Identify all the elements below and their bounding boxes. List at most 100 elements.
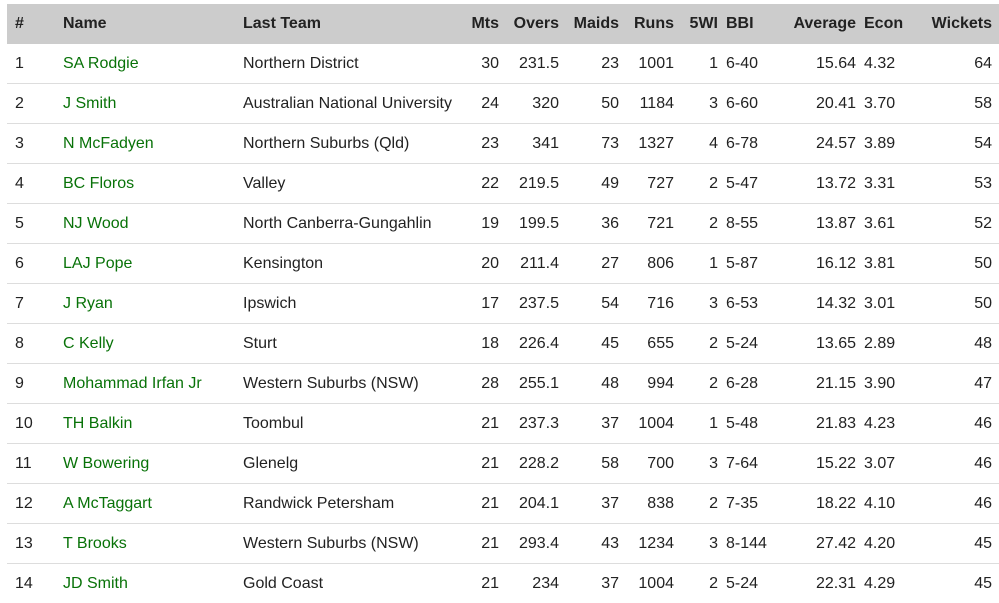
cell-name: A McTaggart	[57, 484, 243, 524]
cell-overs: 204.1	[499, 484, 559, 524]
header-wickets[interactable]: Wickets	[922, 4, 999, 44]
bowling-stats-table: # Name Last Team Mts Overs Maids Runs 5W…	[7, 4, 999, 603]
cell-wickets: 45	[922, 564, 999, 603]
cell-econ: 3.61	[856, 204, 922, 244]
cell-5wi: 2	[674, 164, 718, 204]
player-link[interactable]: BC Floros	[63, 175, 134, 192]
player-link[interactable]: T Brooks	[63, 535, 127, 552]
bowling-stats-table-container: # Name Last Team Mts Overs Maids Runs 5W…	[7, 4, 983, 603]
cell-mts: 17	[463, 284, 499, 324]
table-row: 7 J Ryan Ipswich 17 237.5 54 716 3 6-53 …	[7, 284, 999, 324]
cell-average: 13.72	[781, 164, 856, 204]
table-row: 6 LAJ Pope Kensington 20 211.4 27 806 1 …	[7, 244, 999, 284]
cell-overs: 237.5	[499, 284, 559, 324]
cell-runs: 721	[619, 204, 674, 244]
cell-wickets: 46	[922, 444, 999, 484]
cell-average: 13.65	[781, 324, 856, 364]
cell-runs: 700	[619, 444, 674, 484]
cell-runs: 1184	[619, 84, 674, 124]
cell-bbi: 6-78	[718, 124, 781, 164]
player-link[interactable]: A McTaggart	[63, 495, 152, 512]
cell-runs: 655	[619, 324, 674, 364]
header-last-team[interactable]: Last Team	[243, 4, 463, 44]
cell-overs: 199.5	[499, 204, 559, 244]
cell-bbi: 5-24	[718, 564, 781, 603]
player-link[interactable]: NJ Wood	[63, 215, 129, 232]
cell-rank: 11	[7, 444, 57, 484]
header-maids[interactable]: Maids	[559, 4, 619, 44]
player-link[interactable]: JD Smith	[63, 575, 128, 592]
cell-mts: 21	[463, 444, 499, 484]
cell-rank: 13	[7, 524, 57, 564]
player-link[interactable]: J Ryan	[63, 295, 113, 312]
cell-mts: 28	[463, 364, 499, 404]
cell-name: W Bowering	[57, 444, 243, 484]
header-overs[interactable]: Overs	[499, 4, 559, 44]
cell-average: 21.83	[781, 404, 856, 444]
cell-wickets: 48	[922, 324, 999, 364]
cell-name: TH Balkin	[57, 404, 243, 444]
cell-wickets: 54	[922, 124, 999, 164]
cell-bbi: 8-144	[718, 524, 781, 564]
cell-wickets: 46	[922, 484, 999, 524]
cell-econ: 4.29	[856, 564, 922, 603]
cell-econ: 3.31	[856, 164, 922, 204]
header-mts[interactable]: Mts	[463, 4, 499, 44]
player-link[interactable]: J Smith	[63, 95, 116, 112]
cell-wickets: 50	[922, 284, 999, 324]
player-link[interactable]: Mohammad Irfan Jr	[63, 375, 202, 392]
cell-average: 16.12	[781, 244, 856, 284]
cell-maids: 48	[559, 364, 619, 404]
header-runs[interactable]: Runs	[619, 4, 674, 44]
cell-bbi: 8-55	[718, 204, 781, 244]
player-link[interactable]: LAJ Pope	[63, 255, 132, 272]
cell-econ: 4.32	[856, 44, 922, 84]
cell-name: SA Rodgie	[57, 44, 243, 84]
cell-5wi: 2	[674, 324, 718, 364]
cell-runs: 838	[619, 484, 674, 524]
cell-bbi: 7-35	[718, 484, 781, 524]
cell-last-team: North Canberra-Gungahlin	[243, 204, 463, 244]
table-row: 1 SA Rodgie Northern District 30 231.5 2…	[7, 44, 999, 84]
player-link[interactable]: W Bowering	[63, 455, 149, 472]
cell-runs: 806	[619, 244, 674, 284]
cell-runs: 1234	[619, 524, 674, 564]
cell-average: 14.32	[781, 284, 856, 324]
cell-5wi: 1	[674, 244, 718, 284]
cell-wickets: 64	[922, 44, 999, 84]
header-average[interactable]: Average	[781, 4, 856, 44]
cell-last-team: Gold Coast	[243, 564, 463, 603]
header-bbi[interactable]: BBI	[718, 4, 781, 44]
cell-overs: 255.1	[499, 364, 559, 404]
cell-overs: 234	[499, 564, 559, 603]
cell-rank: 1	[7, 44, 57, 84]
cell-econ: 4.20	[856, 524, 922, 564]
player-link[interactable]: TH Balkin	[63, 415, 132, 432]
cell-econ: 3.81	[856, 244, 922, 284]
cell-wickets: 53	[922, 164, 999, 204]
header-5wi[interactable]: 5WI	[674, 4, 718, 44]
header-rank[interactable]: #	[7, 4, 57, 44]
cell-average: 24.57	[781, 124, 856, 164]
cell-maids: 37	[559, 484, 619, 524]
cell-name: JD Smith	[57, 564, 243, 603]
cell-bbi: 5-24	[718, 324, 781, 364]
cell-name: T Brooks	[57, 524, 243, 564]
player-link[interactable]: N McFadyen	[63, 135, 154, 152]
header-name[interactable]: Name	[57, 4, 243, 44]
cell-rank: 14	[7, 564, 57, 603]
cell-maids: 50	[559, 84, 619, 124]
player-link[interactable]: SA Rodgie	[63, 55, 139, 72]
cell-5wi: 3	[674, 284, 718, 324]
cell-overs: 211.4	[499, 244, 559, 284]
cell-last-team: Toombul	[243, 404, 463, 444]
header-econ[interactable]: Econ	[856, 4, 922, 44]
cell-last-team: Northern District	[243, 44, 463, 84]
player-link[interactable]: C Kelly	[63, 335, 114, 352]
cell-last-team: Western Suburbs (NSW)	[243, 524, 463, 564]
cell-mts: 21	[463, 484, 499, 524]
cell-mts: 21	[463, 564, 499, 603]
cell-mts: 21	[463, 404, 499, 444]
cell-last-team: Ipswich	[243, 284, 463, 324]
cell-mts: 21	[463, 524, 499, 564]
